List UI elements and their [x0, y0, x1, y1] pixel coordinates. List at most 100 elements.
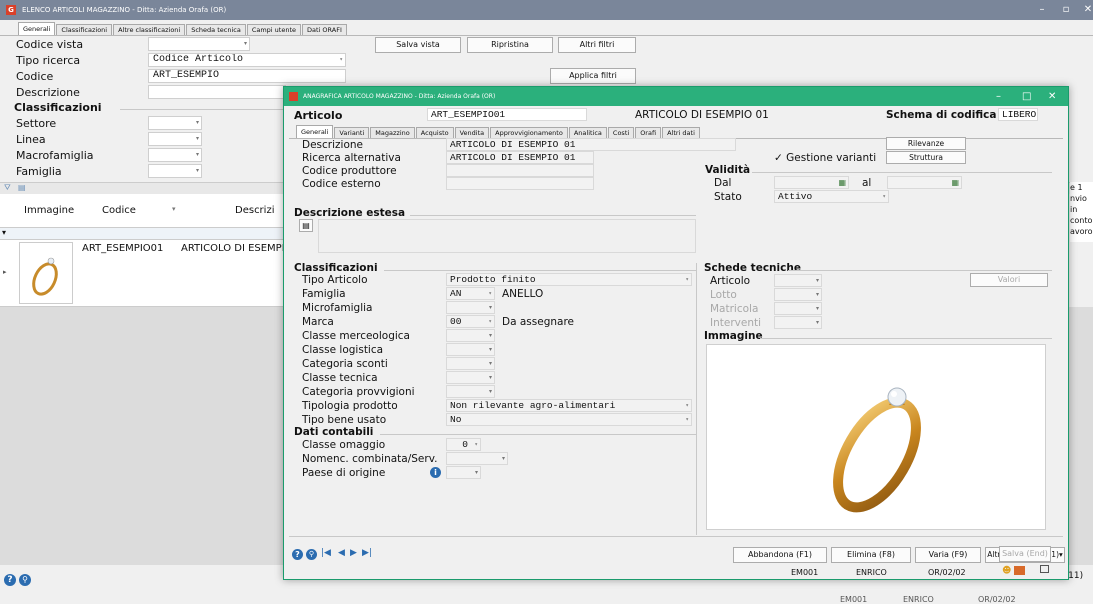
categoria-sconti-select[interactable]: ▾: [446, 357, 495, 370]
help-icon[interactable]: ?: [4, 574, 16, 586]
marca-select[interactable]: 00 ▾: [446, 315, 495, 328]
dtab-altri-dati[interactable]: Altri dati: [662, 127, 700, 138]
tab-dati-orafi[interactable]: Dati ORAFI: [302, 24, 347, 35]
al-date-input[interactable]: ▦: [887, 176, 962, 189]
schede-articolo-select[interactable]: ▾: [774, 274, 822, 287]
first-record-icon[interactable]: |◀: [321, 548, 331, 558]
famiglia-label: Famiglia: [16, 165, 62, 178]
last-record-icon[interactable]: ▶|: [362, 548, 372, 558]
sort-icon[interactable]: ▾: [172, 205, 176, 213]
tab-campi-utente[interactable]: Campi utente: [246, 24, 302, 35]
search-icon[interactable]: ⚲: [306, 549, 317, 560]
search-icon[interactable]: ⚲: [19, 574, 31, 586]
window-icon[interactable]: [1040, 565, 1049, 573]
calendar-icon[interactable]: ▦: [951, 177, 959, 188]
categoria-provvigioni-select[interactable]: ▾: [446, 385, 495, 398]
col-descrizione[interactable]: Descrizi: [235, 205, 274, 216]
gestione-varianti-checkbox[interactable]: ✓ Gestione varianti: [774, 152, 876, 164]
dialog-minimize-button[interactable]: –: [996, 87, 1001, 106]
dialog-maximize-button[interactable]: □: [1022, 87, 1031, 106]
maximize-button[interactable]: ▫: [1054, 0, 1078, 20]
prev-record-icon[interactable]: ◀: [338, 548, 345, 558]
message-icon[interactable]: [1014, 566, 1025, 575]
dtab-magazzino[interactable]: Magazzino: [370, 127, 415, 138]
minimize-button[interactable]: –: [1030, 0, 1054, 20]
classe-merceologica-select[interactable]: ▾: [446, 329, 495, 342]
grid-settings-icon[interactable]: ▤: [18, 183, 26, 192]
section-divider: [380, 434, 696, 435]
tab-classificazioni[interactable]: Classificazioni: [56, 24, 113, 35]
tipo-ricerca-select[interactable]: Codice Articolo ▾: [148, 53, 346, 67]
altri-filtri-button[interactable]: Altri filtri: [558, 37, 636, 53]
salva-button[interactable]: Salva (End): [999, 546, 1051, 562]
tab-altre-classificazioni[interactable]: Altre classificazioni: [113, 24, 186, 35]
calendar-icon[interactable]: ▦: [838, 177, 846, 188]
rilevanze-button[interactable]: Rilevanze: [886, 137, 966, 150]
tab-scheda-tecnica[interactable]: Scheda tecnica: [186, 24, 246, 35]
ripristina-button[interactable]: Ripristina: [467, 37, 553, 53]
filter-icon[interactable]: ⛛: [4, 183, 11, 193]
applica-filtri-button[interactable]: Applica filtri: [550, 68, 636, 84]
dtab-vendita[interactable]: Vendita: [454, 127, 490, 138]
gestione-varianti-label: Gestione varianti: [786, 152, 877, 164]
grid-filter-row[interactable]: ▾: [0, 228, 285, 240]
descrizione-input[interactable]: [148, 85, 286, 99]
paese-origine-select[interactable]: ▾: [446, 466, 481, 479]
dtab-costi[interactable]: Costi: [607, 127, 635, 138]
tipo-articolo-select[interactable]: Prodotto finito ▾: [446, 273, 692, 286]
codice-esterno-input[interactable]: [446, 177, 594, 190]
table-row[interactable]: ▸ ART_ESEMPIO01 ARTICOLO DI ESEMPIO: [0, 240, 293, 307]
classe-tecnica-select[interactable]: ▾: [446, 371, 495, 384]
col-immagine[interactable]: Immagine: [24, 205, 74, 216]
user-icon[interactable]: ☻: [1002, 566, 1011, 576]
chevron-down-icon: ▾: [882, 193, 886, 200]
famiglia-select[interactable]: AN ▾: [446, 287, 495, 300]
dialog-close-button[interactable]: ✕: [1048, 87, 1056, 106]
next-record-icon[interactable]: ▶: [350, 548, 357, 558]
ricerca-alternativa-input[interactable]: ARTICOLO DI ESEMPIO 01: [446, 151, 594, 164]
tipologia-prodotto-select[interactable]: Non rilevante agro-alimentari ▾: [446, 399, 692, 412]
col-codice[interactable]: Codice: [102, 205, 136, 216]
dtab-varianti[interactable]: Varianti: [334, 127, 370, 138]
descrizione-estesa-textarea[interactable]: [318, 219, 696, 253]
elimina-button[interactable]: Elimina (F8): [831, 547, 911, 563]
tipo-bene-usato-select[interactable]: No ▾: [446, 413, 692, 426]
dtab-generali[interactable]: Generali: [296, 125, 334, 138]
chevron-down-icon: ▾: [488, 304, 492, 311]
linea-select[interactable]: ▾: [148, 132, 202, 146]
macrofamiglia-select[interactable]: ▾: [148, 148, 202, 162]
struttura-button[interactable]: Struttura: [886, 151, 966, 164]
footer-divider: [289, 536, 1063, 537]
info-icon[interactable]: i: [430, 467, 441, 478]
codice-vista-select[interactable]: ▾: [148, 37, 250, 51]
tab-generali[interactable]: Generali: [18, 22, 56, 35]
descrizione-input[interactable]: ARTICOLO DI ESEMPIO 01: [446, 138, 736, 151]
stato-select[interactable]: Attivo ▾: [774, 190, 889, 203]
dtab-approvvigionamento[interactable]: Approvvigionamento: [490, 127, 568, 138]
abbandona-button[interactable]: Abbandona (F1): [733, 547, 827, 563]
nomenc-combinata-select[interactable]: ▾: [446, 452, 508, 465]
articolo-code-input[interactable]: ART_ESEMPIO01: [427, 108, 587, 121]
settore-select[interactable]: ▾: [148, 116, 202, 130]
famiglia-select[interactable]: ▾: [148, 164, 202, 178]
close-button[interactable]: ✕: [1076, 0, 1093, 20]
dialog-logo-icon: [289, 92, 298, 101]
codice-input[interactable]: ART_ESEMPIO: [148, 69, 346, 83]
filter-row-icon: ▾: [2, 228, 7, 237]
dtab-orafi[interactable]: Orafi: [635, 127, 662, 138]
help-icon[interactable]: ?: [292, 549, 303, 560]
dtab-acquisto[interactable]: Acquisto: [415, 127, 454, 138]
varia-button[interactable]: Varia (F9): [915, 547, 981, 563]
microfamiglia-select[interactable]: ▾: [446, 301, 495, 314]
valori-button[interactable]: Valori: [970, 273, 1048, 287]
schema-codifica-value[interactable]: LIBERO: [998, 108, 1038, 121]
chevron-down-icon: ▾: [339, 56, 343, 63]
dal-date-input[interactable]: ▦: [774, 176, 849, 189]
dtab-analitica[interactable]: Analitica: [568, 127, 607, 138]
codice-produttore-input[interactable]: [446, 164, 594, 177]
classe-omaggio-select[interactable]: 0 ▾: [446, 438, 481, 451]
classe-logistica-select[interactable]: ▾: [446, 343, 495, 356]
edit-text-icon[interactable]: ▤: [299, 219, 313, 232]
salva-vista-button[interactable]: Salva vista: [375, 37, 461, 53]
chevron-down-icon: ▾: [488, 346, 492, 353]
